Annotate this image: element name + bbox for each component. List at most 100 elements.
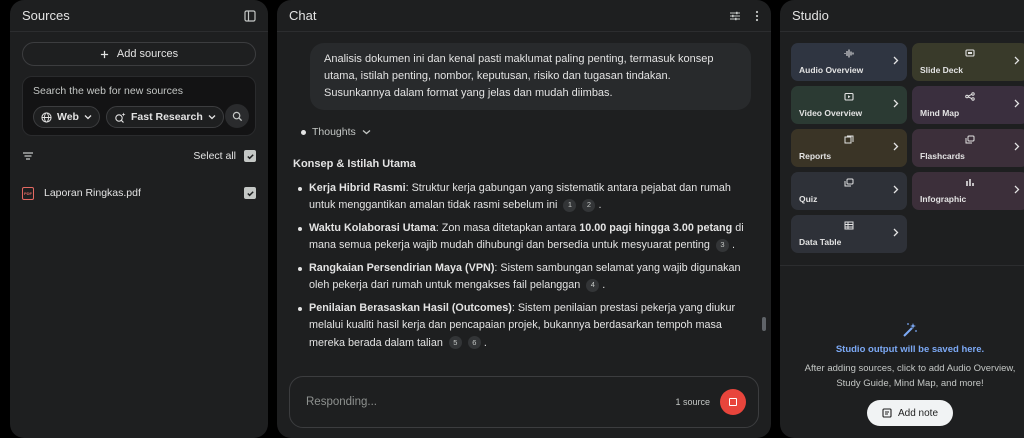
sources-header: Sources bbox=[10, 0, 268, 32]
tile-label: Mind Map bbox=[920, 108, 960, 118]
add-note-button[interactable]: Add note bbox=[867, 400, 953, 426]
chevron-right-icon bbox=[1014, 56, 1020, 65]
source-list-item[interactable]: PDF Laporan Ringkas.pdf bbox=[10, 185, 268, 201]
studio-title: Studio bbox=[792, 8, 829, 23]
chevron-right-icon bbox=[1014, 99, 1020, 108]
research-sparkle-icon bbox=[114, 112, 126, 123]
answer-bullet: Waktu Kolaborasi Utama: Zon masa ditetap… bbox=[293, 220, 745, 255]
bullet-term: Waktu Kolaborasi Utama bbox=[309, 221, 436, 234]
citation-chip[interactable]: 2 bbox=[582, 198, 596, 212]
tile-label: Flashcards bbox=[920, 151, 965, 161]
answer-heading: Konsep & Istilah Utama bbox=[293, 158, 416, 170]
magic-wand-icon bbox=[780, 322, 1024, 338]
chevron-down-icon bbox=[84, 113, 92, 121]
audio-wave-icon bbox=[799, 49, 899, 58]
tile-label: Audio Overview bbox=[799, 65, 864, 75]
empty-title: Studio output will be saved here. bbox=[835, 344, 985, 355]
table-icon bbox=[799, 221, 899, 230]
video-overview-tile[interactable]: Video Overview bbox=[791, 86, 907, 124]
search-hint: Search the web for new sources bbox=[33, 85, 183, 97]
sort-filter-icon[interactable] bbox=[22, 151, 34, 161]
web-search-box[interactable]: Search the web for new sources Web Fast … bbox=[22, 76, 256, 136]
source-count: 1 source bbox=[675, 397, 710, 407]
bullet-term: Penilaian Berasaskan Hasil (Outcomes) bbox=[309, 301, 512, 314]
select-all-row: Select all bbox=[10, 148, 268, 164]
tile-label: Reports bbox=[799, 151, 832, 161]
chat-scrollbar[interactable] bbox=[762, 317, 766, 331]
add-sources-button[interactable]: Add sources bbox=[22, 42, 256, 66]
research-chip-label: Fast Research bbox=[130, 111, 203, 123]
more-vert-icon[interactable] bbox=[755, 10, 759, 22]
studio-panel: Studio Audio Overview Slide Deck Video O… bbox=[780, 0, 1024, 438]
citation-chip[interactable]: 3 bbox=[715, 238, 729, 252]
globe-icon bbox=[41, 111, 52, 123]
studio-tiles: Audio Overview Slide Deck Video Overview… bbox=[780, 32, 1024, 253]
search-submit-button[interactable] bbox=[225, 104, 249, 128]
reports-tile[interactable]: Reports bbox=[791, 129, 907, 167]
answer-bullet: Rangkaian Persendirian Maya (VPN): Siste… bbox=[293, 260, 745, 295]
citation-chip[interactable]: 6 bbox=[467, 336, 481, 350]
composer-input[interactable]: Responding... bbox=[306, 396, 675, 408]
audio-overview-tile[interactable]: Audio Overview bbox=[791, 43, 907, 81]
chevron-right-icon bbox=[1014, 185, 1020, 194]
tile-label: Infographic bbox=[920, 194, 967, 204]
answer-bullet: Kerja Hibrid Rasmi: Struktur kerja gabun… bbox=[293, 180, 745, 215]
citation-chip[interactable]: 1 bbox=[563, 198, 577, 212]
chevron-down-icon bbox=[362, 128, 371, 136]
add-sources-label: Add sources bbox=[116, 48, 179, 60]
infographic-icon bbox=[920, 178, 1020, 187]
stop-icon bbox=[729, 398, 737, 406]
source-checkbox[interactable] bbox=[244, 187, 256, 199]
web-chip-label: Web bbox=[57, 111, 79, 123]
thoughts-toggle[interactable]: Thoughts bbox=[301, 126, 371, 138]
empty-description: After adding sources, click to add Audio… bbox=[804, 363, 1016, 389]
report-icon bbox=[799, 135, 899, 144]
bullet-text: : Zon masa ditetapkan antara bbox=[435, 221, 580, 234]
select-all-label: Select all bbox=[193, 150, 236, 162]
add-note-label: Add note bbox=[897, 407, 939, 419]
thoughts-label: Thoughts bbox=[312, 126, 356, 138]
chevron-right-icon bbox=[893, 99, 899, 108]
answer-list: Kerja Hibrid Rasmi: Struktur kerja gabun… bbox=[293, 180, 745, 353]
mind-map-tile[interactable]: Mind Map bbox=[912, 86, 1024, 124]
citation-chip[interactable]: 5 bbox=[448, 336, 462, 350]
studio-divider bbox=[780, 265, 1024, 266]
chat-header: Chat bbox=[277, 0, 771, 32]
chevron-right-icon bbox=[893, 185, 899, 194]
video-icon bbox=[799, 92, 899, 101]
data-table-tile[interactable]: Data Table bbox=[791, 215, 907, 253]
slide-deck-tile[interactable]: Slide Deck bbox=[912, 43, 1024, 81]
citation-chip[interactable]: 4 bbox=[586, 278, 600, 292]
note-icon bbox=[882, 408, 892, 418]
pdf-file-icon: PDF bbox=[22, 186, 34, 200]
assistant-answer: Konsep & Istilah Utama Kerja Hibrid Rasm… bbox=[293, 156, 745, 357]
source-name: Laporan Ringkas.pdf bbox=[44, 187, 141, 199]
tile-label: Video Overview bbox=[799, 108, 863, 118]
search-icon bbox=[232, 111, 243, 122]
flashcards-tile[interactable]: Flashcards bbox=[912, 129, 1024, 167]
chat-composer[interactable]: Responding... 1 source bbox=[289, 376, 759, 428]
chat-messages[interactable]: Analisis dokumen ini dan kenal pasti mak… bbox=[277, 33, 771, 368]
quiz-tile[interactable]: Quiz bbox=[791, 172, 907, 210]
sources-panel: Sources Add sources Search the web for n… bbox=[10, 0, 268, 438]
select-all-checkbox[interactable] bbox=[244, 150, 256, 162]
stop-generation-button[interactable] bbox=[720, 389, 746, 415]
studio-header: Studio bbox=[780, 0, 1024, 32]
chevron-right-icon bbox=[893, 142, 899, 151]
plus-icon bbox=[100, 50, 109, 59]
chat-panel: Chat Analisis dokumen ini dan kenal past… bbox=[277, 0, 771, 438]
studio-empty-state: Studio output will be saved here. After … bbox=[780, 322, 1024, 391]
flashcards-icon bbox=[920, 135, 1020, 144]
tune-settings-icon[interactable] bbox=[729, 10, 741, 22]
thoughts-dot-icon bbox=[301, 129, 306, 135]
slides-icon bbox=[920, 49, 1020, 58]
chat-title: Chat bbox=[289, 8, 317, 23]
infographic-tile[interactable]: Infographic bbox=[912, 172, 1024, 210]
bullet-emphasis: 10.00 pagi hingga 3.00 petang bbox=[579, 221, 733, 234]
sources-title: Sources bbox=[22, 8, 70, 23]
user-message: Analisis dokumen ini dan kenal pasti mak… bbox=[310, 43, 751, 110]
collapse-panel-icon[interactable] bbox=[244, 9, 256, 22]
research-mode-dropdown[interactable]: Fast Research bbox=[105, 106, 224, 128]
mind-map-icon bbox=[920, 92, 1020, 101]
web-source-dropdown[interactable]: Web bbox=[33, 106, 100, 128]
